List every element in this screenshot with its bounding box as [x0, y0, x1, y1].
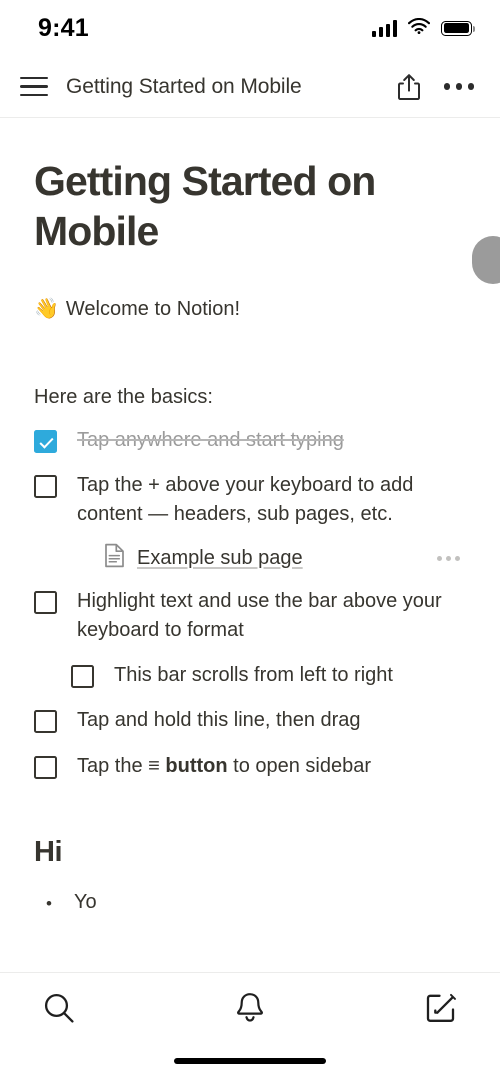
- app-bar-title: Getting Started on Mobile: [66, 74, 302, 98]
- todo-label-sidebar: Tap the ≡ button to open sidebar: [77, 752, 371, 780]
- checkbox-checked[interactable]: [34, 430, 57, 454]
- page-content: Getting Started on Mobile 👋 Welcome to N…: [0, 156, 500, 917]
- sub-page-more-icon[interactable]: [437, 555, 460, 561]
- todo-label: Highlight text and use the bar above you…: [77, 590, 442, 641]
- welcome-paragraph[interactable]: 👋 Welcome to Notion!: [34, 294, 466, 324]
- search-icon[interactable]: [42, 991, 76, 1025]
- status-time: 9:41: [38, 13, 89, 42]
- sub-page-row[interactable]: Example sub page: [34, 543, 466, 573]
- app-bar-actions: [396, 72, 474, 102]
- bullet-label: Yo: [73, 891, 97, 914]
- welcome-text: Welcome to Notion!: [65, 298, 241, 321]
- page-title[interactable]: Getting Started on Mobile: [34, 156, 434, 256]
- bottom-toolbar: [0, 972, 500, 1080]
- waving-hand-icon: 👋: [34, 298, 59, 321]
- checkbox-unchecked[interactable]: [34, 755, 57, 779]
- share-icon[interactable]: [396, 72, 422, 102]
- todo-suffix: to open sidebar: [227, 754, 372, 777]
- bullet-list-item[interactable]: • Yo: [34, 891, 466, 917]
- checkbox-unchecked[interactable]: [34, 591, 57, 615]
- compose-edit-icon[interactable]: [424, 991, 458, 1025]
- todo-label: This bar scrolls from left to right: [114, 663, 393, 686]
- todo-item[interactable]: Tap anywhere and start typing: [34, 426, 466, 454]
- todo-item[interactable]: Tap and hold this line, then drag: [34, 706, 466, 734]
- more-options-icon[interactable]: [443, 77, 474, 96]
- checkbox-unchecked[interactable]: [34, 475, 57, 499]
- wifi-icon: [407, 17, 431, 39]
- todo-label: Tap and hold this line, then drag: [77, 709, 361, 732]
- heading-hi[interactable]: Hi: [34, 836, 466, 869]
- todo-item[interactable]: Tap the + above your keyboard to add con…: [34, 471, 466, 528]
- battery-full-icon: [441, 20, 475, 36]
- page-document-icon: [104, 543, 125, 573]
- cellular-signal-icon: [371, 19, 397, 37]
- bell-icon[interactable]: [234, 991, 266, 1025]
- sub-page-link[interactable]: Example sub page: [137, 547, 303, 570]
- todo-item[interactable]: Highlight text and use the bar above you…: [34, 587, 466, 644]
- status-bar: 9:41: [0, 0, 500, 56]
- status-indicators: [371, 17, 475, 39]
- todo-prefix: Tap the ≡: [77, 754, 166, 777]
- basics-label[interactable]: Here are the basics:: [34, 386, 466, 409]
- scroll-indicator[interactable]: [472, 236, 500, 284]
- todo-item-nested[interactable]: This bar scrolls from left to right: [34, 661, 466, 689]
- todo-label: Tap anywhere and start typing: [77, 429, 344, 452]
- todo-item-sidebar[interactable]: Tap the ≡ button to open sidebar: [34, 752, 466, 780]
- app-bar: Getting Started on Mobile: [0, 56, 500, 118]
- checkbox-unchecked[interactable]: [34, 710, 57, 734]
- bottom-toolbar-icons: [0, 973, 500, 1025]
- hamburger-menu-icon[interactable]: [18, 71, 50, 103]
- todo-bold-word: button: [165, 754, 228, 777]
- bullet-glyph: •: [46, 894, 52, 914]
- todo-label: Tap the + above your keyboard to add con…: [77, 474, 414, 525]
- checkbox-unchecked[interactable]: [71, 664, 94, 688]
- home-indicator: [174, 1058, 326, 1064]
